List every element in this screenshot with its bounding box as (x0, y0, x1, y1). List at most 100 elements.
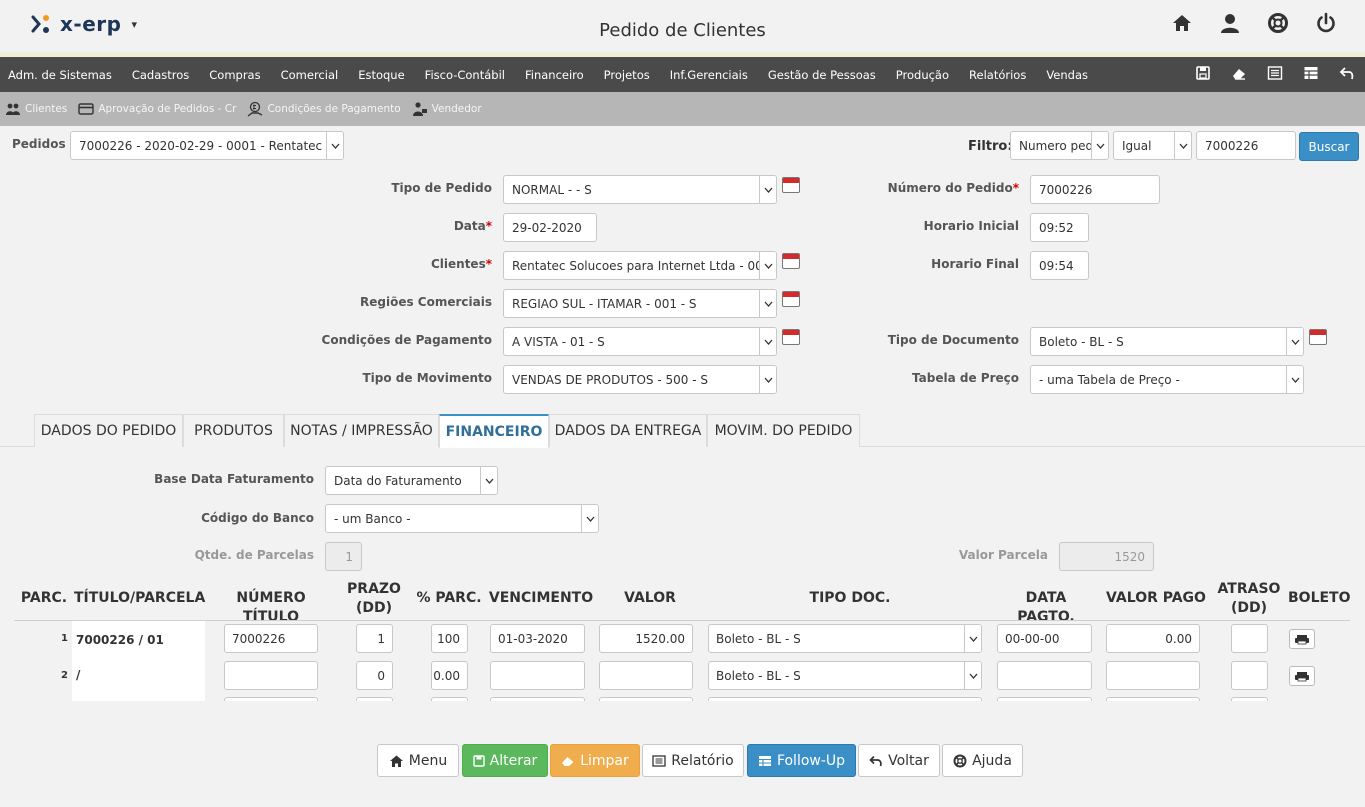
buscar-button[interactable]: Buscar (1299, 132, 1359, 161)
tab-financeiro[interactable]: FINANCEIRO (439, 414, 549, 448)
menu-item-relatorios[interactable]: Relatórios (959, 68, 1036, 82)
tab-movim-pedido[interactable]: MOVIM. DO PEDIDO (707, 414, 860, 447)
menu-item-comercial[interactable]: Comercial (271, 68, 349, 82)
filtro-field-select[interactable]: Numero ped (1010, 131, 1109, 160)
header-atraso: ATRASO (DD) (1217, 581, 1281, 616)
valor-input[interactable] (599, 661, 693, 690)
menu-item-financeiro[interactable]: Financeiro (515, 68, 594, 82)
menu-item-cadastros[interactable]: Cadastros (122, 68, 199, 82)
data-label: Data* (453, 219, 492, 233)
qtde-parcelas-input[interactable]: 1 (325, 542, 362, 571)
printer-icon[interactable] (1289, 629, 1315, 649)
lifebuoy-icon[interactable] (1267, 12, 1289, 34)
save-icon[interactable] (1195, 65, 1211, 81)
codigo-banco-select[interactable]: - um Banco - (325, 504, 599, 533)
regioes-select[interactable]: REGIAO SUL - ITAMAR - 001 - S (503, 289, 777, 318)
prazo-input[interactable] (356, 697, 393, 701)
pct-parc-input[interactable]: 100 (431, 624, 468, 653)
qtde-parcelas-label: Qtde. de Parcelas (194, 548, 314, 562)
eraser-icon[interactable] (1231, 65, 1247, 81)
numero-titulo-input[interactable] (224, 661, 318, 690)
atraso-input[interactable] (1231, 661, 1268, 690)
tab-dados-pedido[interactable]: DADOS DO PEDIDO (34, 414, 183, 447)
valor-parcela-input[interactable]: 1520 (1059, 542, 1154, 571)
tabela-preco-select[interactable]: - uma Tabela de Preço - (1030, 365, 1304, 394)
alterar-button[interactable]: Alterar (462, 744, 548, 777)
condicoes-select[interactable]: A VISTA - 01 - S (503, 327, 777, 356)
numero-titulo-input[interactable] (224, 697, 318, 701)
home-icon[interactable] (1171, 12, 1193, 34)
submenu-item-vendedor[interactable]: Vendedor (412, 101, 482, 117)
tipo-movimento-select[interactable]: VENDAS DE PRODUTOS - 500 - S (503, 365, 777, 394)
menu-item-vendas[interactable]: Vendas (1036, 68, 1098, 82)
pedidos-select[interactable]: 7000226 - 2020-02-29 - 0001 - Rentatec -… (70, 131, 344, 160)
printer-icon[interactable] (1289, 666, 1315, 686)
valor-pago-input[interactable] (1106, 661, 1200, 690)
table-icon[interactable] (1303, 65, 1319, 81)
tipo-doc-select[interactable]: Boleto - BL - S (708, 624, 982, 653)
numero-pedido-input[interactable]: 7000226 (1030, 175, 1160, 204)
horario-final-input[interactable]: 09:54 (1030, 251, 1089, 280)
prazo-input[interactable]: 0 (356, 661, 393, 690)
menu-item-gestao-pessoas[interactable]: Gestão de Pessoas (758, 68, 886, 82)
atraso-input[interactable] (1231, 697, 1268, 701)
atraso-input[interactable] (1231, 624, 1268, 653)
tab-dados-entrega[interactable]: DADOS DA ENTREGA (549, 414, 707, 447)
clientes-select[interactable]: Rentatec Solucoes para Internet Ltda - 0… (503, 251, 777, 280)
vencimento-input[interactable]: 01-03-2020 (490, 624, 585, 653)
menu-item-fisco-contabil[interactable]: Fisco-Contábil (415, 68, 515, 82)
submenu-item-aprovacao-pedidos[interactable]: Aprovação de Pedidos - Cr (78, 101, 236, 117)
tipo-documento-select[interactable]: Boleto - BL - S (1030, 327, 1304, 356)
tipo-doc-select[interactable] (708, 697, 982, 701)
parcelas-grid[interactable]: 1 7000226 / 01 7000226 1 100 01-03-2020 … (14, 621, 1350, 701)
pct-parc-input[interactable]: 0.00 (431, 661, 468, 690)
menu-item-estoque[interactable]: Estoque (348, 68, 414, 82)
menu-item-inf-gerenciais[interactable]: Inf.Gerenciais (660, 68, 758, 82)
base-data-select[interactable]: Data do Faturamento (325, 466, 498, 495)
list-icon[interactable] (1267, 65, 1283, 81)
user-icon[interactable] (1219, 12, 1241, 34)
tipo-pedido-select[interactable]: NORMAL - - S (503, 175, 777, 204)
calendar-icon[interactable] (1309, 329, 1327, 345)
data-pagto-input[interactable] (997, 661, 1092, 690)
relatorio-button[interactable]: Relatório (642, 744, 744, 777)
submenu-item-condicoes-pagamento[interactable]: Condições de Pagamento (247, 101, 401, 117)
valor-pago-input[interactable]: 0.00 (1106, 624, 1200, 653)
calendar-icon[interactable] (782, 253, 800, 269)
filtro-value-input[interactable]: 7000226 (1196, 131, 1296, 160)
calendar-icon[interactable] (782, 329, 800, 345)
follow-up-button[interactable]: Follow-Up (747, 744, 856, 777)
horario-inicial-input[interactable]: 09:52 (1030, 213, 1089, 242)
numero-titulo-input[interactable]: 7000226 (224, 624, 318, 653)
tipo-doc-select[interactable]: Boleto - BL - S (708, 661, 982, 690)
pct-parc-input[interactable] (431, 697, 468, 701)
vencimento-input[interactable] (490, 661, 585, 690)
chevron-down-icon (759, 366, 776, 393)
valor-input[interactable] (599, 697, 693, 701)
submenu-item-clientes[interactable]: Clientes (5, 101, 67, 117)
ajuda-button[interactable]: Ajuda (942, 744, 1023, 777)
data-pagto-input[interactable]: 00-00-00 (997, 624, 1092, 653)
tab-produtos[interactable]: PRODUTOS (183, 414, 284, 447)
prazo-input[interactable]: 1 (356, 624, 393, 653)
menu-item-projetos[interactable]: Projetos (594, 68, 660, 82)
calendar-icon[interactable] (782, 291, 800, 307)
vencimento-input[interactable] (490, 697, 585, 701)
voltar-button[interactable]: Voltar (858, 744, 940, 777)
filtro-operator-select[interactable]: Igual (1113, 131, 1192, 160)
chevron-down-icon (1286, 366, 1303, 393)
menu-item-compras[interactable]: Compras (199, 68, 270, 82)
back-icon[interactable] (1339, 65, 1355, 81)
limpar-button[interactable]: Limpar (550, 744, 640, 777)
chevron-down-icon (759, 176, 776, 203)
valor-pago-input[interactable] (1106, 697, 1200, 701)
power-icon[interactable] (1315, 12, 1337, 34)
menu-item-adm-sistemas[interactable]: Adm. de Sistemas (0, 68, 122, 82)
data-pagto-input[interactable] (997, 697, 1092, 701)
valor-input[interactable]: 1520.00 (599, 624, 693, 653)
tab-notas-impressao[interactable]: NOTAS / IMPRESSÃO (284, 414, 439, 447)
data-input[interactable]: 29-02-2020 (503, 213, 597, 242)
menu-item-producao[interactable]: Produção (886, 68, 959, 82)
calendar-icon[interactable] (782, 177, 800, 193)
menu-button[interactable]: Menu (377, 744, 459, 777)
